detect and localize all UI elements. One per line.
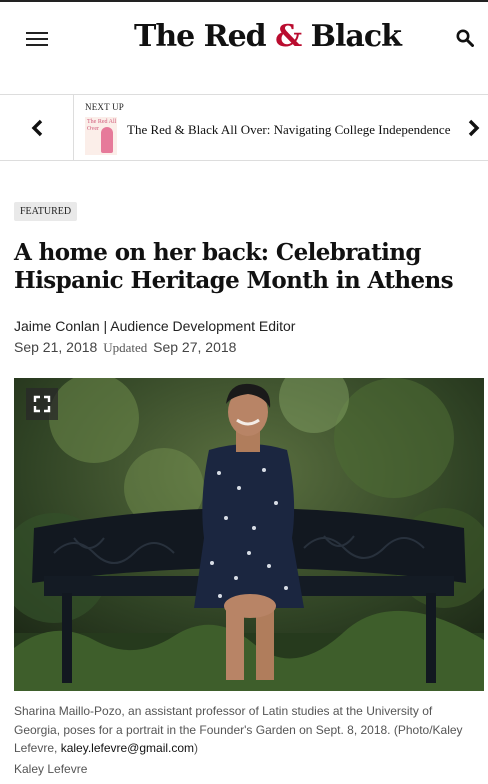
chevron-left-icon [31,119,42,136]
menu-icon[interactable] [26,30,48,48]
featured-tag[interactable]: FEATURED [14,202,78,221]
site-logo[interactable]: The Red & Black [134,19,402,54]
expand-icon [33,395,51,413]
updated-date: Sep 27, 2018 [153,339,237,355]
next-up-bar: NEXT UP The Red All Over The Red & Black… [0,95,488,161]
next-article-button[interactable] [460,95,488,160]
expand-photo-button[interactable] [26,388,58,420]
author-link[interactable]: Jaime Conlan [14,318,100,334]
next-up-label: NEXT UP [85,102,124,112]
article-dates: Sep 21, 2018 Updated Sep 27, 2018 [14,339,236,356]
article-photo[interactable] [14,378,484,691]
search-icon[interactable] [456,29,476,49]
site-header: The Red & Black [0,0,488,95]
photo-caption: Sharina Maillo-Pozo, an assistant profes… [14,704,463,755]
photo-credit: Kaley Lefevre [14,762,88,776]
updated-label: Updated [103,340,148,355]
byline: Jaime Conlan | Audience Development Edit… [14,318,295,334]
article-headline: A home on her back: Celebrating Hispanic… [14,239,454,294]
published-date: Sep 21, 2018 [14,339,98,355]
photographer-email-link[interactable]: kaley.lefevre@gmail.com [61,741,194,755]
next-up-title[interactable]: The Red & Black All Over: Navigating Col… [127,122,457,138]
author-role: | Audience Development Editor [99,318,296,334]
chevron-right-icon [468,119,480,136]
next-up-thumbnail[interactable]: The Red All Over [85,117,117,155]
previous-article-button[interactable] [0,95,74,160]
